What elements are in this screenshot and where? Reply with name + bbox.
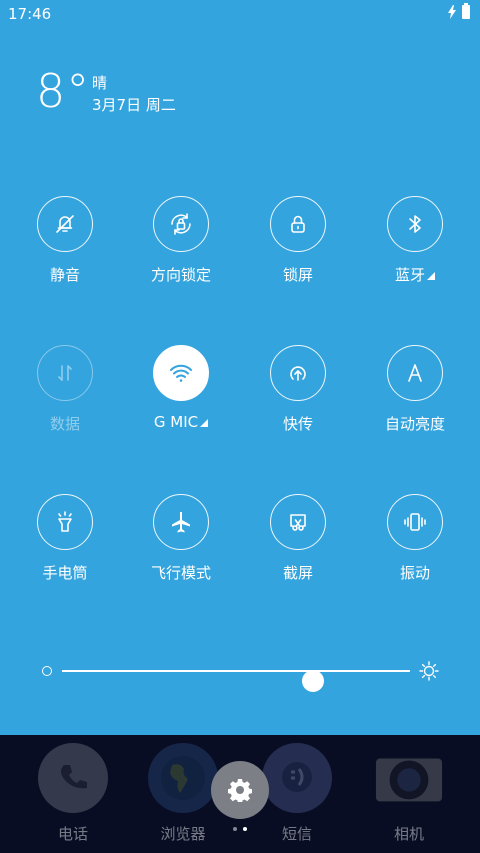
tile-bluetooth[interactable]: 蓝牙 — [360, 196, 470, 285]
dock-label: 浏览器 — [160, 825, 206, 843]
page-dot — [233, 827, 237, 831]
tile-airplane-mode[interactable]: 飞行模式 — [126, 494, 236, 583]
data-icon — [58, 365, 72, 381]
lock-screen-button[interactable] — [270, 196, 326, 252]
tile-label: 自动亮度 — [384, 415, 445, 433]
rotation-lock-icon — [171, 213, 191, 235]
expand-triangle-icon[interactable] — [200, 419, 209, 427]
status-bar: 17:46 — [0, 0, 480, 28]
tile-label: 手电筒 — [42, 564, 88, 582]
bluetooth-toggle[interactable] — [387, 196, 443, 252]
flashlight-toggle[interactable] — [37, 494, 93, 550]
tile-screenshot[interactable]: 截屏 — [243, 494, 353, 583]
tile-lock-screen[interactable]: 锁屏 — [243, 196, 353, 285]
status-icons — [448, 3, 470, 19]
browser-globe-icon — [148, 743, 218, 813]
vibrate-icon — [404, 513, 426, 531]
dock-label: 短信 — [281, 825, 312, 843]
brightness-slider[interactable] — [40, 660, 440, 692]
silent-toggle[interactable] — [37, 196, 93, 252]
tile-label: 快传 — [282, 415, 313, 433]
dock-label: 电话 — [57, 825, 88, 843]
messages-icon — [262, 743, 332, 813]
tile-label: 飞行模式 — [150, 564, 211, 582]
expand-triangle-icon[interactable] — [427, 272, 435, 280]
page-indicator — [233, 827, 247, 831]
dock-app-camera[interactable]: 相机 — [354, 743, 464, 844]
tile-vibrate[interactable]: 振动 — [360, 494, 470, 583]
tile-label: 截屏 — [282, 564, 313, 582]
wifi-icon — [170, 364, 192, 382]
rotation-lock-toggle[interactable] — [153, 196, 209, 252]
mobile-data-toggle[interactable] — [37, 345, 93, 401]
brightness-low-icon — [42, 666, 52, 676]
status-time: 17:46 — [8, 5, 52, 23]
lock-icon — [291, 215, 305, 233]
airplane-mode-toggle[interactable] — [153, 494, 209, 550]
wifi-toggle[interactable] — [153, 345, 209, 401]
tile-label: 锁屏 — [282, 266, 313, 284]
camera-icon — [374, 743, 444, 813]
charging-icon — [448, 5, 456, 19]
quick-transfer-button[interactable] — [270, 345, 326, 401]
auto-brightness-toggle[interactable] — [387, 345, 443, 401]
settings-button[interactable] — [211, 761, 269, 819]
screenshot-button[interactable] — [270, 494, 326, 550]
tile-wifi[interactable]: G MIC — [126, 345, 236, 431]
battery-icon — [462, 3, 470, 19]
tile-quick-transfer[interactable]: 快传 — [243, 345, 353, 434]
airplane-icon — [172, 512, 190, 533]
dock-label: 相机 — [393, 825, 424, 843]
date-label: 3月7日 周二 — [92, 96, 176, 114]
bell-off-icon — [56, 215, 74, 233]
tile-silent[interactable]: 静音 — [10, 196, 120, 285]
weather-condition: 晴 — [92, 74, 108, 92]
page-dot-active — [243, 827, 247, 831]
tile-label: 数据 — [49, 415, 80, 433]
screenshot-icon — [290, 514, 306, 531]
transfer-icon — [290, 366, 306, 381]
dock-app-phone[interactable]: 电话 — [18, 743, 128, 844]
tile-label: 蓝牙 — [360, 264, 470, 285]
vibrate-toggle[interactable] — [387, 494, 443, 550]
settings-gear-icon — [228, 779, 252, 802]
flashlight-icon — [58, 511, 72, 532]
temperature: 8° — [36, 64, 91, 118]
brightness-knob[interactable] — [301, 670, 324, 692]
brightness-high-icon — [419, 661, 439, 681]
tile-auto-brightness[interactable]: 自动亮度 — [360, 345, 470, 434]
auto-brightness-icon — [408, 364, 422, 382]
tile-label: 静音 — [49, 266, 80, 284]
bluetooth-icon — [409, 215, 421, 233]
tile-mobile-data[interactable]: 数据 — [10, 345, 120, 434]
tile-rotation-lock[interactable]: 方向锁定 — [126, 196, 236, 285]
tile-flashlight[interactable]: 手电筒 — [10, 494, 120, 583]
tile-label: G MIC — [126, 413, 236, 431]
tile-label: 振动 — [399, 564, 430, 582]
phone-icon — [38, 743, 108, 813]
tile-label: 方向锁定 — [150, 266, 211, 284]
brightness-track[interactable] — [62, 670, 410, 692]
